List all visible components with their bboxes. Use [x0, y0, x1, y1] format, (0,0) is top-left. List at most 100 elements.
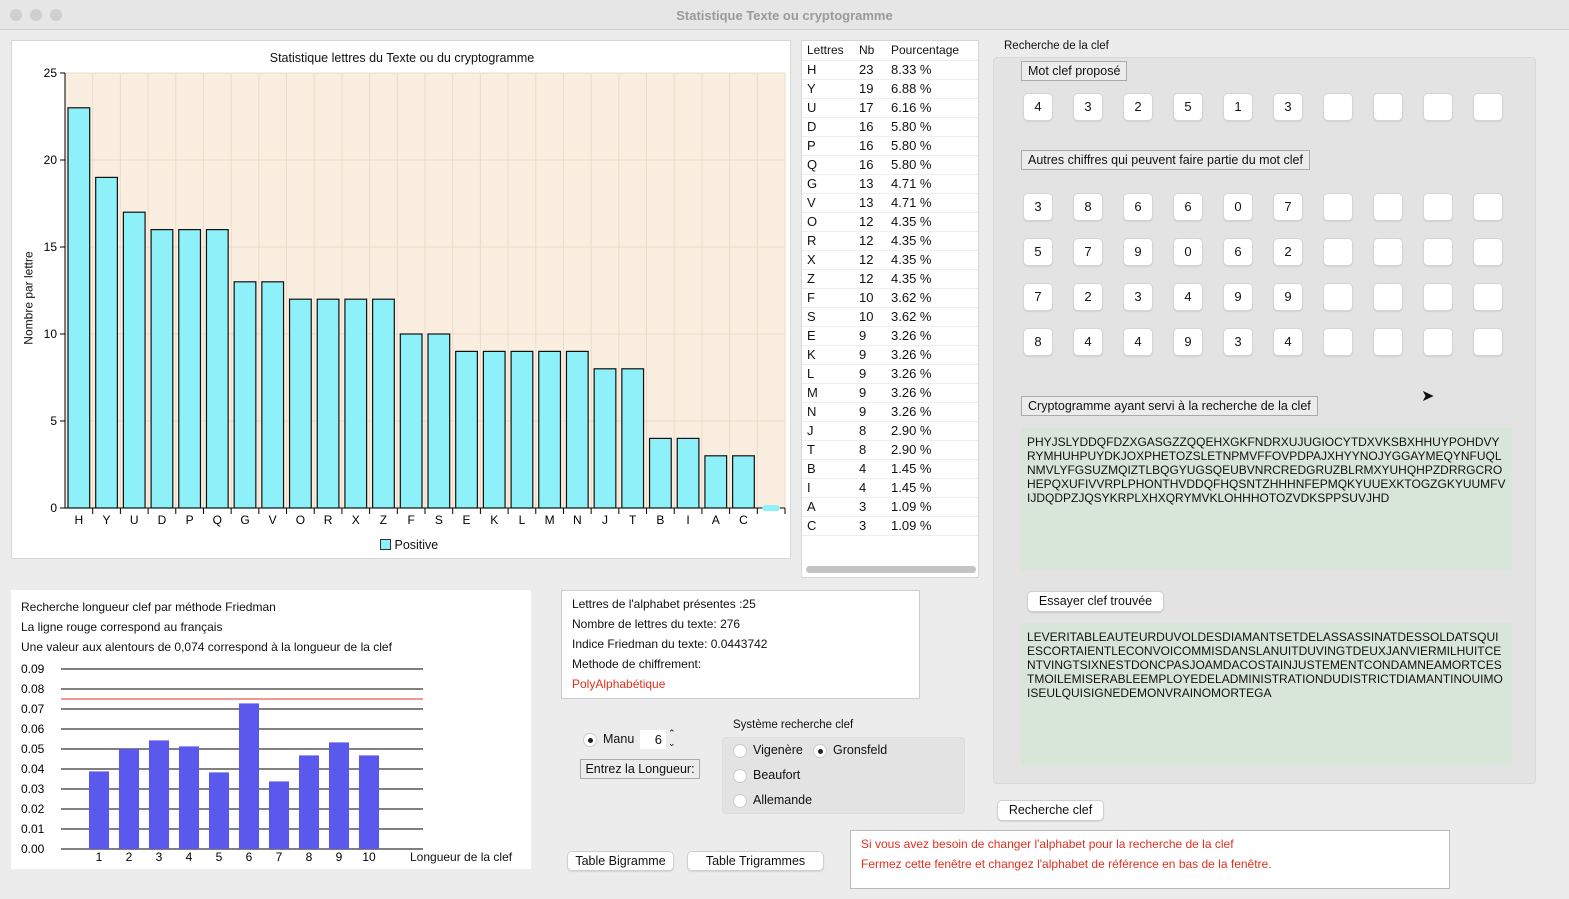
key-digit-box[interactable]: 7 [1273, 193, 1303, 221]
horizontal-scrollbar[interactable] [806, 566, 976, 573]
key-digit-box[interactable]: 8 [1023, 328, 1053, 356]
trigram-table-button[interactable]: Table Trigrammes [687, 851, 824, 871]
key-digit-box[interactable]: 3 [1273, 93, 1303, 121]
key-digit-box[interactable] [1473, 238, 1503, 266]
table-row[interactable]: Q 16 5.80 % [802, 155, 978, 175]
key-digit-box[interactable]: 9 [1173, 328, 1203, 356]
table-row[interactable]: N 9 3.26 % [802, 402, 978, 422]
table-row[interactable]: L 9 3.26 % [802, 364, 978, 384]
key-digit-box[interactable]: 2 [1273, 238, 1303, 266]
table-row[interactable]: R 12 4.35 % [802, 231, 978, 251]
key-digit-box[interactable] [1473, 283, 1503, 311]
length-stepper[interactable]: ⌃ ⌄ [668, 728, 676, 748]
key-digit-box[interactable]: 6 [1123, 193, 1153, 221]
table-row[interactable]: G 13 4.71 % [802, 174, 978, 194]
key-digit-box[interactable] [1473, 328, 1503, 356]
plaintext-text[interactable]: LEVERITABLEAUTEURDUVOLDESDIAMANTSETDELAS… [1021, 623, 1512, 765]
key-digit-box[interactable]: 5 [1023, 238, 1053, 266]
length-input[interactable]: 6 [640, 730, 666, 749]
radio-vigenere[interactable]: Vigenère [733, 743, 803, 758]
key-digit-box[interactable] [1423, 193, 1453, 221]
key-digit-box[interactable] [1423, 238, 1453, 266]
table-row[interactable]: Z 12 4.35 % [802, 269, 978, 289]
header-nb[interactable]: Nb [854, 41, 886, 61]
manu-radio[interactable]: Manu [583, 732, 634, 747]
key-digit-box[interactable]: 6 [1223, 238, 1253, 266]
bigram-table-button[interactable]: Table Bigramme [567, 851, 674, 871]
header-letters[interactable]: Lettres [802, 41, 854, 61]
key-digit-box[interactable]: 4 [1023, 93, 1053, 121]
radio-beaufort[interactable]: Beaufort [733, 768, 800, 783]
cell-letter: E [802, 326, 854, 346]
cell-letter: P [802, 136, 854, 156]
bar-O [288, 298, 312, 509]
key-digit-box[interactable]: 4 [1123, 328, 1153, 356]
key-digit-box[interactable] [1323, 283, 1353, 311]
key-digit-box[interactable] [1373, 238, 1403, 266]
key-digit-box[interactable] [1473, 93, 1503, 121]
key-digit-box[interactable]: 7 [1023, 283, 1053, 311]
y-tick-label: 0.08 [21, 682, 45, 696]
key-digit-box[interactable]: 3 [1223, 328, 1253, 356]
header-percentage[interactable]: Pourcentage [886, 41, 978, 61]
cell-count: 17 [854, 98, 886, 118]
table-row[interactable]: B 4 1.45 % [802, 459, 978, 479]
key-digit-box[interactable]: 9 [1223, 283, 1253, 311]
key-digit-box[interactable]: 4 [1073, 328, 1103, 356]
table-row[interactable]: V 13 4.71 % [802, 193, 978, 213]
key-digit-box[interactable] [1473, 193, 1503, 221]
key-digit-box[interactable] [1373, 93, 1403, 121]
key-digit-box[interactable]: 3 [1073, 93, 1103, 121]
cryptogram-text[interactable]: PHYJSLYDDQFDZXGASGZZQQEHXGKFNDRXUJUGIOCY… [1021, 428, 1512, 570]
key-digit-box[interactable] [1423, 283, 1453, 311]
key-digit-box[interactable] [1323, 193, 1353, 221]
search-key-button[interactable]: Recherche clef [997, 800, 1104, 821]
table-row[interactable]: P 16 5.80 % [802, 136, 978, 156]
key-digit-box[interactable] [1323, 328, 1353, 356]
key-digit-box[interactable]: 0 [1173, 238, 1203, 266]
try-key-button[interactable]: Essayer clef trouvée [1027, 591, 1164, 612]
key-digit-box[interactable]: 5 [1173, 93, 1203, 121]
key-digit-box[interactable] [1373, 328, 1403, 356]
key-digit-box[interactable]: 9 [1273, 283, 1303, 311]
table-row[interactable]: A 3 1.09 % [802, 497, 978, 517]
table-row[interactable]: U 17 6.16 % [802, 98, 978, 118]
key-digit-box[interactable]: 1 [1223, 93, 1253, 121]
bar-Q [205, 229, 229, 509]
key-digit-box[interactable]: 2 [1073, 283, 1103, 311]
key-digit-box[interactable]: 4 [1173, 283, 1203, 311]
enter-length-button[interactable]: Entrez la Longueur: [580, 759, 700, 779]
key-digit-box[interactable]: 3 [1023, 193, 1053, 221]
key-digit-box[interactable] [1373, 193, 1403, 221]
table-row[interactable]: Y 19 6.88 % [802, 79, 978, 99]
key-digit-box[interactable]: 2 [1123, 93, 1153, 121]
key-digit-box[interactable] [1323, 93, 1353, 121]
table-row[interactable]: C 3 1.09 % [802, 516, 978, 536]
table-row[interactable]: J 8 2.90 % [802, 421, 978, 441]
bar-8 [299, 755, 319, 849]
key-digit-box[interactable] [1423, 328, 1453, 356]
table-row[interactable]: I 4 1.45 % [802, 478, 978, 498]
table-row[interactable]: D 16 5.80 % [802, 117, 978, 137]
key-digit-box[interactable] [1423, 93, 1453, 121]
table-row[interactable]: F 10 3.62 % [802, 288, 978, 308]
table-row[interactable]: H 23 8.33 % [802, 60, 978, 80]
table-row[interactable]: S 10 3.62 % [802, 307, 978, 327]
key-digit-box[interactable]: 6 [1173, 193, 1203, 221]
table-row[interactable]: X 12 4.35 % [802, 250, 978, 270]
table-row[interactable]: O 12 4.35 % [802, 212, 978, 232]
key-digit-box[interactable]: 8 [1073, 193, 1103, 221]
table-row[interactable]: K 9 3.26 % [802, 345, 978, 365]
key-digit-box[interactable]: 7 [1073, 238, 1103, 266]
table-row[interactable]: M 9 3.26 % [802, 383, 978, 403]
radio-gronsfeld[interactable]: Gronsfeld [813, 743, 887, 758]
key-digit-box[interactable]: 4 [1273, 328, 1303, 356]
radio-allemande[interactable]: Allemande [733, 793, 812, 808]
key-digit-box[interactable] [1323, 238, 1353, 266]
key-digit-box[interactable] [1373, 283, 1403, 311]
table-row[interactable]: E 9 3.26 % [802, 326, 978, 346]
table-row[interactable]: T 8 2.90 % [802, 440, 978, 460]
key-digit-box[interactable]: 3 [1123, 283, 1153, 311]
key-digit-box[interactable]: 9 [1123, 238, 1153, 266]
key-digit-box[interactable]: 0 [1223, 193, 1253, 221]
